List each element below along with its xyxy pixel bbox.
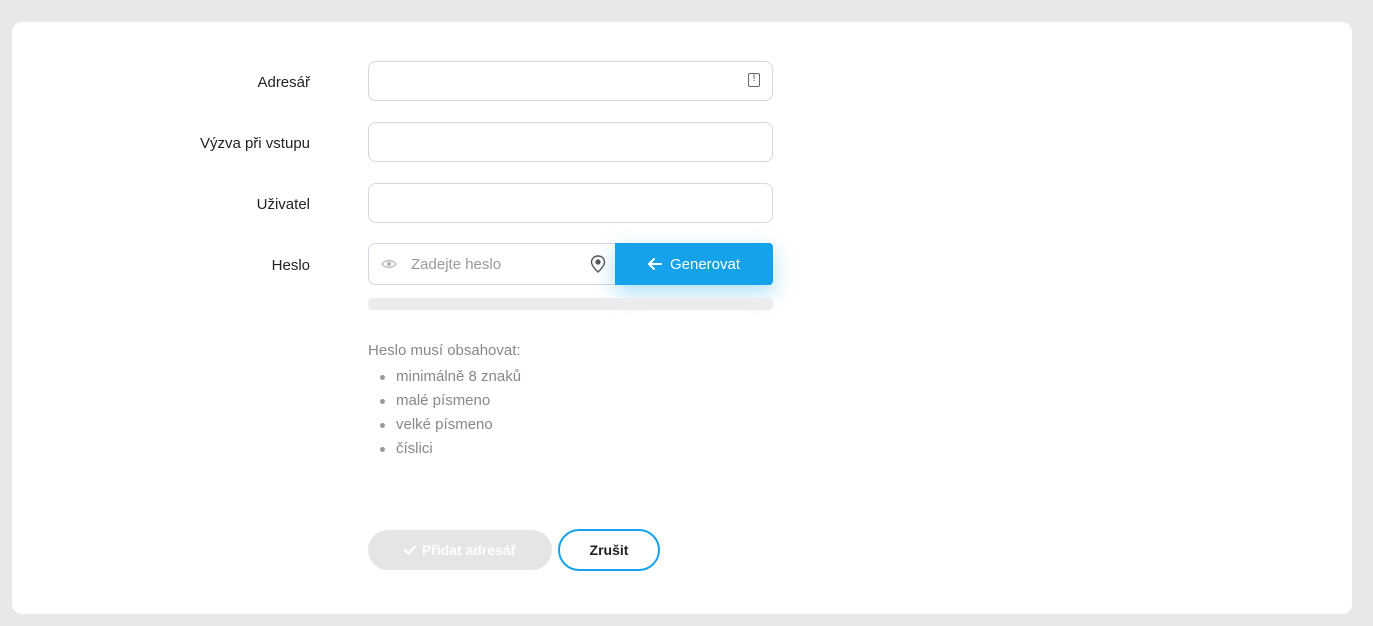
prompt-label: Výzva při vstupu (199, 135, 310, 152)
hint-item: velké písmeno (368, 413, 521, 437)
hint-item: číslici (368, 437, 521, 461)
directory-input[interactable]: ! (368, 61, 773, 101)
prompt-input[interactable] (368, 122, 773, 162)
hint-item: malé písmeno (368, 389, 521, 413)
add-directory-button[interactable]: Přidat adresář (368, 530, 552, 570)
directory-label: Adresář (257, 74, 310, 91)
user-label: Uživatel (256, 196, 310, 213)
user-input[interactable] (368, 183, 773, 223)
arrow-left-icon (647, 258, 662, 270)
check-icon (403, 545, 416, 555)
eye-icon[interactable] (381, 259, 397, 269)
contact-card-icon[interactable]: ! (748, 73, 760, 87)
password-group: Zadejte heslo Generovat (368, 243, 773, 285)
password-hint-title: Heslo musí obsahovat: (368, 342, 521, 359)
add-directory-label: Přidat adresář (421, 542, 517, 558)
form-card: Adresář ! Výzva při vstupu Uživatel Hesl… (12, 22, 1352, 614)
cancel-label: Zrušit (589, 542, 629, 558)
password-input[interactable]: Zadejte heslo (368, 243, 615, 285)
password-strength-bar (368, 298, 773, 310)
pin-icon[interactable] (590, 255, 606, 273)
password-label: Heslo (271, 257, 310, 274)
cancel-button[interactable]: Zrušit (558, 529, 660, 571)
hint-item: minimálně 8 znaků (368, 365, 521, 389)
generate-button[interactable]: Generovat (615, 243, 773, 285)
generate-label: Generovat (669, 255, 741, 273)
password-placeholder: Zadejte heslo (411, 256, 502, 273)
password-hint-list: minimálně 8 znaků malé písmeno velké pís… (368, 365, 521, 461)
